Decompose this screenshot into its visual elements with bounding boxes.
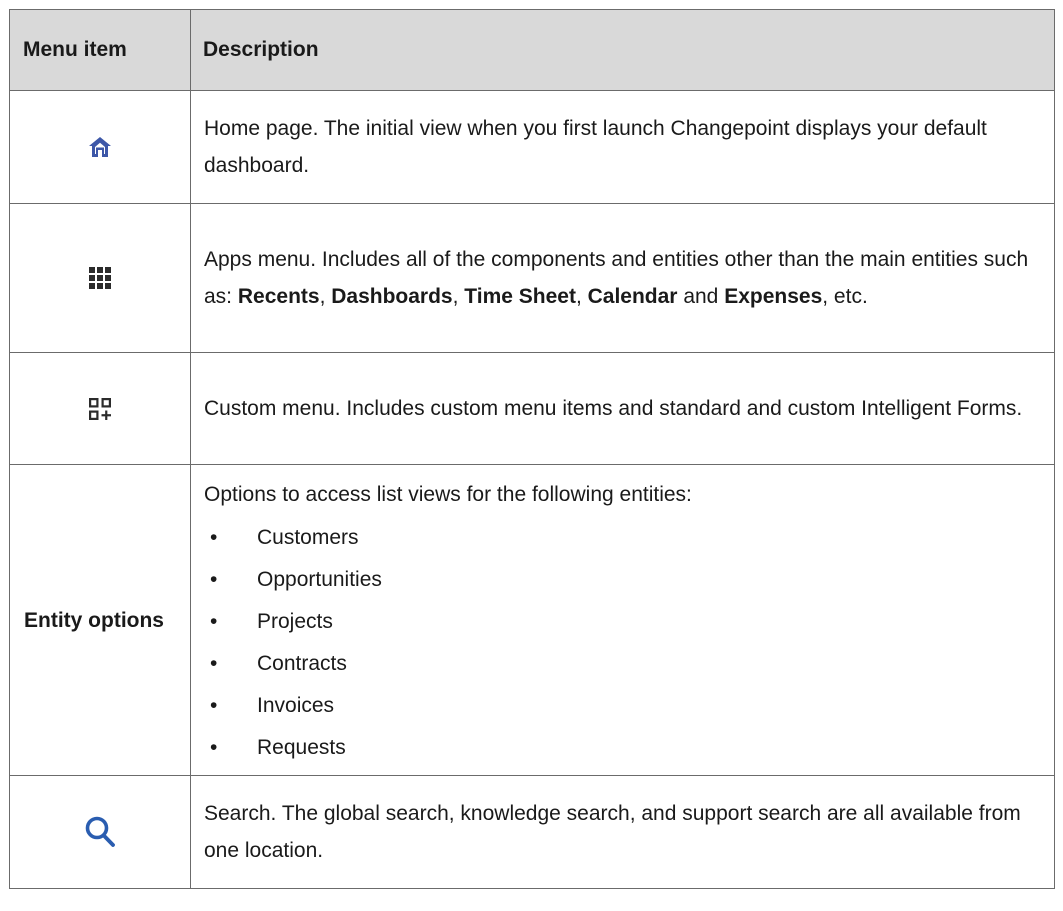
apps-text-end: , etc. [822,285,868,308]
description-cell: Home page. The initial view when you fir… [190,90,1055,204]
table-row: Home page. The initial view when you fir… [9,90,1055,204]
apps-entity-recents: Recents [237,285,320,308]
description-cell: Options to access list views for the fol… [190,464,1055,776]
custom-menu-icon [89,397,111,420]
home-icon [89,137,111,157]
list-item: Requests [204,727,1038,769]
apps-separator: , [452,285,465,308]
list-item: Contracts [204,643,1038,685]
list-item: Customers [204,517,1038,559]
list-item: Invoices [204,685,1038,727]
description-cell: Search. The global search, knowledge sea… [190,775,1055,889]
apps-entity-calendar: Calendar [587,285,678,308]
table-row: Custom menu. Includes custom menu items … [9,352,1055,465]
description-cell: Custom menu. Includes custom menu items … [190,352,1055,465]
header-description: Description [190,9,1055,91]
table-row: Search. The global search, knowledge sea… [9,775,1055,889]
menu-item-cell [9,775,191,889]
table-header-row: Menu item Description [9,9,1055,91]
table-row: Entity options Options to access list vi… [9,464,1055,776]
search-icon [85,816,115,847]
entity-options-label: Entity options [9,464,191,776]
table-row: Apps menu. Includes all of the component… [9,203,1055,353]
apps-entity-dashboards: Dashboards [331,285,453,308]
apps-separator: , [575,285,588,308]
header-menu-item: Menu item [9,9,191,91]
apps-separator: , [319,285,332,308]
list-item: Opportunities [204,559,1038,601]
apps-separator: and [677,285,725,308]
entity-list: Customers Opportunities Projects Contrac… [204,517,1038,769]
menu-item-cell [9,203,191,353]
entity-intro: Options to access list views for the fol… [204,482,692,506]
apps-entity-expenses: Expenses [724,285,823,308]
list-item: Projects [204,601,1038,643]
menu-item-cell [9,90,191,204]
menu-items-table: Menu item Description Home page. The ini… [9,9,1055,889]
apps-entity-time-sheet: Time Sheet [464,285,576,308]
apps-grid-icon [89,267,111,289]
menu-item-cell [9,352,191,465]
description-cell: Apps menu. Includes all of the component… [190,203,1055,353]
